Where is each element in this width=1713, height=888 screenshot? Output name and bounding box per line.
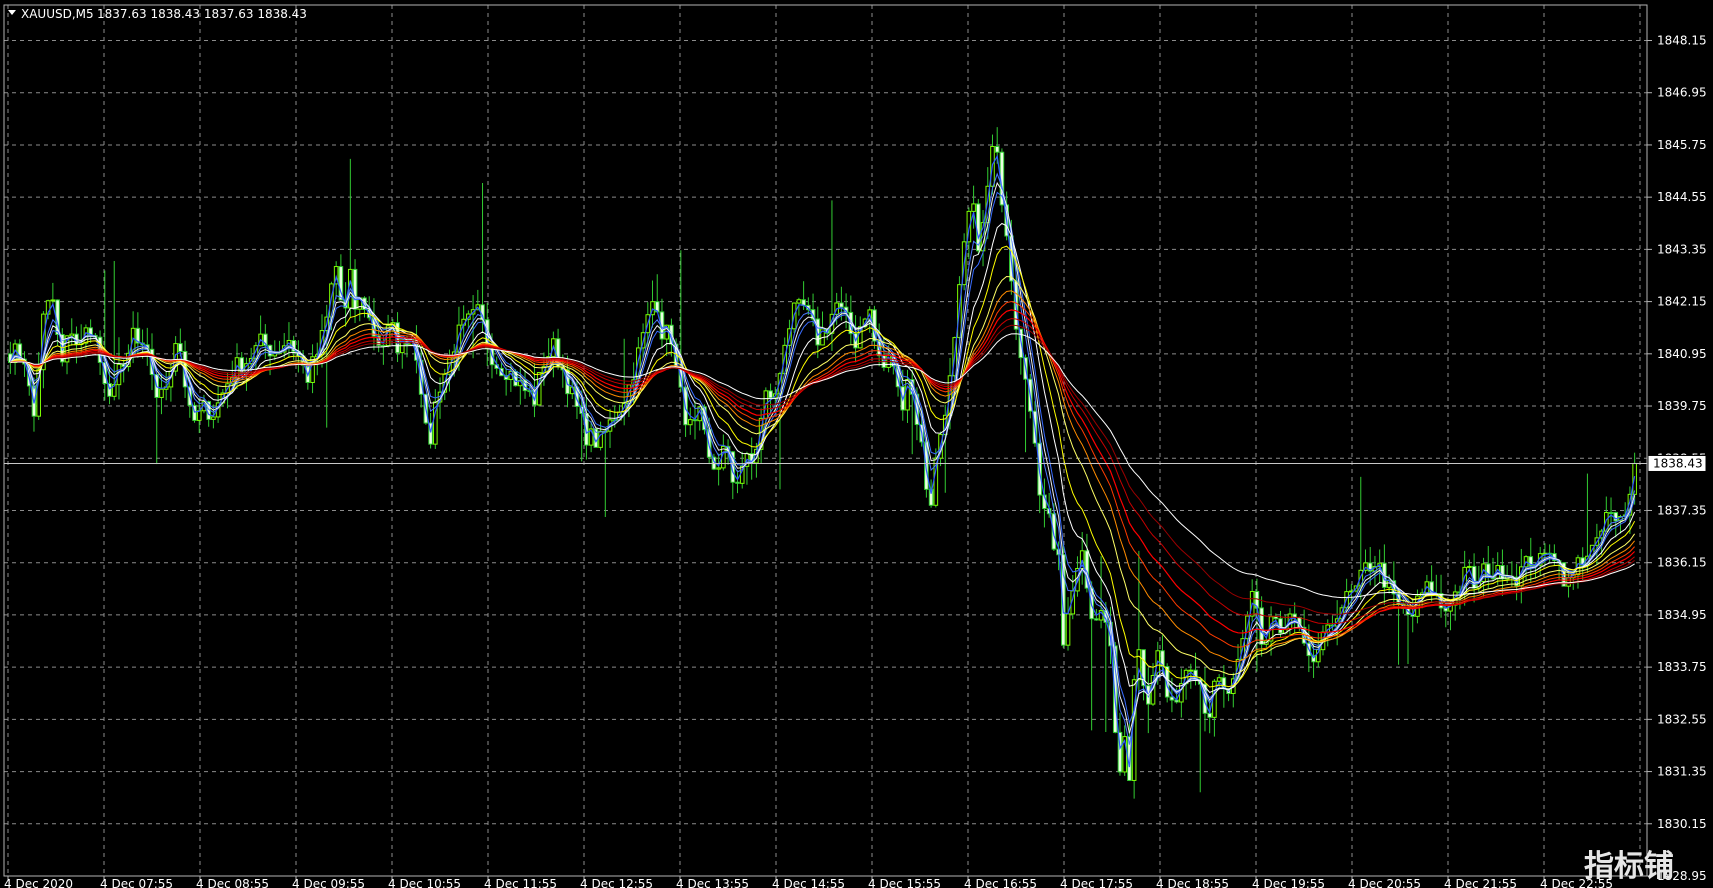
bear-candle [1169,696,1175,701]
bull-candle [211,416,216,420]
bear-candle [839,302,844,308]
bull-candle [196,410,202,421]
price-tick-label: 1834.95 [1657,608,1707,622]
bear-candle [735,481,740,484]
price-tick-label: 1832.55 [1657,712,1707,726]
time-tick-label: 4 Dec 20:55 [1348,877,1421,888]
time-tick-label: 4 Dec 09:55 [292,877,365,888]
price-tick-label: 1845.75 [1657,138,1707,152]
time-axis: 4 Dec 2020 4 Dec 07:55 4 Dec 08:55 4 Dec 09… [4,876,1613,888]
price-tick-label: 1833.75 [1657,660,1707,674]
chart-header: XAUUSD,M5 1837.63 1838.43 1837.63 1838.4… [8,7,307,21]
time-tick-label: 4 Dec 16:55 [964,877,1037,888]
price-chart[interactable]: 1848.15 1846.95 1845.75 1844.55 1843.35 1842.… [0,0,1713,888]
bull-candle [796,299,802,304]
time-tick-label: 4 Dec 15:55 [868,877,941,888]
bear-candle [768,390,773,399]
bull-candle [971,203,976,212]
time-tick-label: 4 Dec 11:55 [484,877,557,888]
bear-candle [1273,616,1279,620]
bull-candle [687,419,693,426]
current-price-box: 1838.43 [1647,454,1707,472]
time-tick-label: 4 Dec 12:55 [580,877,653,888]
price-tick-label: 1844.55 [1657,190,1707,204]
bull-candle [50,299,56,302]
price-tick-label: 1842.15 [1657,295,1707,309]
price-tick-label: 1846.95 [1657,86,1707,100]
time-tick-label: 4 Dec 14:55 [772,877,845,888]
time-tick-label: 4 Dec 2020 [4,877,73,888]
price-tick-label: 1837.35 [1657,503,1707,517]
time-tick-label: 4 Dec 08:55 [196,877,269,888]
price-tick-label: 1848.15 [1657,34,1707,48]
bear-candle [994,145,1000,153]
price-tick-label: 1831.35 [1657,765,1707,779]
price-tick-label: 1836.15 [1657,556,1707,570]
time-tick-label: 4 Dec 17:55 [1060,877,1133,888]
bear-candle [1608,512,1614,515]
ohlc-quote: 1837.63 1838.43 1837.63 1838.43 [97,7,307,21]
bull-candle [1467,565,1472,568]
watermark-logo: 指标铺 [1584,849,1674,884]
bear-candle [1613,512,1619,522]
current-price-label: 1838.43 [1653,456,1703,470]
price-tick-label: 1840.95 [1657,347,1707,361]
time-tick-label: 4 Dec 07:55 [100,877,173,888]
bull-candle [159,388,164,398]
bull-candle [716,467,721,470]
price-tick-label: 1843.35 [1657,242,1707,256]
bull-candle [1216,677,1222,682]
bear-candle [1207,712,1212,718]
bull-candle [1188,669,1194,672]
time-tick-label: 4 Dec 19:55 [1252,877,1325,888]
time-tick-label: 4 Dec 13:55 [676,877,749,888]
bear-candle [1094,618,1099,621]
chart-window[interactable]: 1848.15 1846.95 1845.75 1844.55 1843.35 1842.… [0,0,1713,888]
bear-candle [352,268,358,310]
bull-candle [1065,613,1071,646]
price-tick-label: 1839.75 [1657,399,1707,413]
time-tick-label: 4 Dec 10:55 [388,877,461,888]
time-tick-label: 4 Dec 18:55 [1156,877,1229,888]
bear-candle [178,343,183,352]
price-tick-label: 1830.15 [1657,817,1707,831]
symbol-label: XAUUSD,M5 [21,7,94,21]
bull-candle [272,353,278,357]
time-tick-label: 4 Dec 21:55 [1444,877,1517,888]
bear-candle [1500,565,1505,580]
chart-background [0,0,1713,888]
